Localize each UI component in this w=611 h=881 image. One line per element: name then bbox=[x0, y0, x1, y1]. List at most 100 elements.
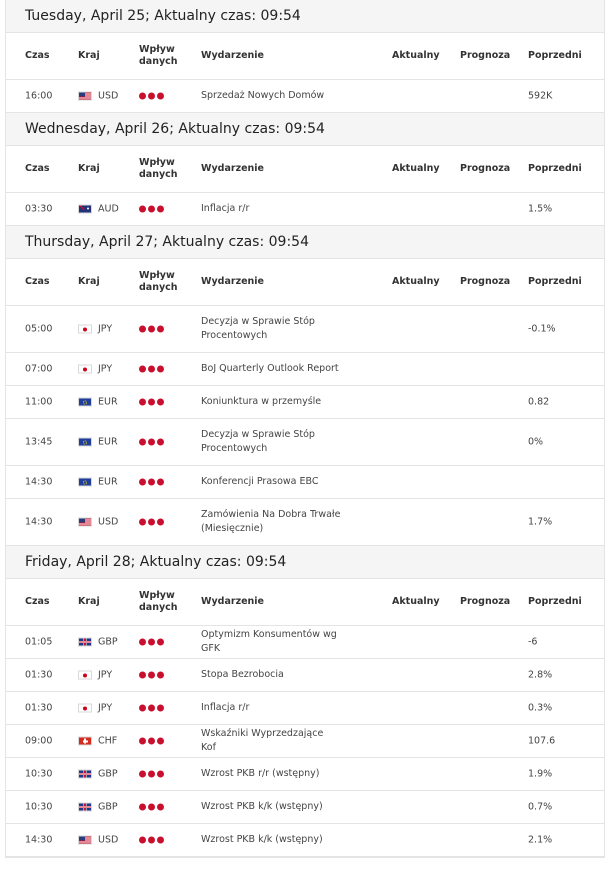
event-time: 13:45 bbox=[25, 436, 53, 448]
us-flag-icon bbox=[78, 835, 92, 845]
event-row[interactable]: 10:30 GBP Wzrost PKB k/k (wstępny) 0.7% bbox=[6, 791, 604, 824]
event-time: 01:05 bbox=[25, 636, 53, 648]
us-flag-icon bbox=[78, 91, 92, 101]
impact-dot-icon bbox=[157, 704, 164, 712]
column-header-time: Czas bbox=[25, 276, 50, 287]
event-name: Decyzja w Sprawie Stóp Procentowych bbox=[201, 429, 315, 454]
event-row[interactable]: 01:30 JPY Stopa Bezrobocia 2.8% bbox=[6, 659, 604, 692]
impact-dot-icon bbox=[157, 836, 164, 844]
event-row[interactable]: 13:45 EUR Decyzja w Sprawie Stóp Procentow… bbox=[6, 419, 604, 466]
event-currency: JPY bbox=[98, 702, 113, 714]
impact-dot-icon bbox=[139, 836, 146, 844]
event-name: Wskaźniki Wyprzedzające Kof bbox=[201, 728, 324, 753]
column-header-previous: Poprzedni bbox=[528, 596, 582, 607]
impact-dot-icon bbox=[157, 365, 164, 373]
event-name: Sprzedaż Nowych Domów bbox=[201, 90, 325, 101]
event-row[interactable]: 14:30 EUR Konferencji Prasowa EBC bbox=[6, 466, 604, 499]
impact-dot-icon bbox=[148, 365, 155, 373]
column-header-event: Wydarzenie bbox=[201, 596, 265, 607]
event-name: Wzrost PKB k/k (wstępny) bbox=[201, 801, 323, 812]
event-row[interactable]: 01:30 JPY Inflacja r/r 0.3% bbox=[6, 692, 604, 725]
event-row[interactable]: 07:00 JPY BoJ Quarterly Outlook Report bbox=[6, 353, 604, 386]
impact-dot-icon bbox=[139, 803, 146, 811]
event-row[interactable]: 16:00 USD Sprzedaż Nowych Domów 592K bbox=[6, 80, 604, 113]
event-row[interactable]: 09:00 CHF Wskaźniki Wyprzedzające Kof 107.6 bbox=[6, 725, 604, 758]
impact-dot-icon bbox=[148, 518, 155, 526]
event-row[interactable]: 05:00 JPY Decyzja w Sprawie Stóp Procentow… bbox=[6, 306, 604, 353]
column-header-event: Wydarzenie bbox=[201, 163, 265, 174]
column-header-actual: Aktualny bbox=[392, 596, 440, 607]
event-currency: GBP bbox=[98, 636, 118, 648]
event-time: 10:30 bbox=[25, 768, 53, 780]
event-currency: GBP bbox=[98, 768, 118, 780]
impact-indicator bbox=[139, 703, 166, 714]
event-previous: 592K bbox=[528, 90, 553, 102]
impact-dot-icon bbox=[148, 770, 155, 778]
day-section: Friday, April 28; Aktualny czas: 09:54 Cz… bbox=[6, 546, 604, 857]
impact-dot-icon bbox=[148, 803, 155, 811]
column-header-country: Kraj bbox=[78, 163, 100, 174]
impact-dot-icon bbox=[139, 638, 146, 646]
column-header-country: Kraj bbox=[78, 50, 100, 61]
column-header-actual: Aktualny bbox=[392, 163, 440, 174]
impact-dot-icon bbox=[148, 438, 155, 446]
event-currency: CHF bbox=[98, 735, 118, 747]
event-name: Stopa Bezrobocia bbox=[201, 669, 284, 680]
event-previous: -0.1% bbox=[528, 323, 556, 335]
impact-dot-icon bbox=[148, 836, 155, 844]
event-currency: GBP bbox=[98, 801, 118, 813]
impact-indicator bbox=[139, 91, 166, 102]
event-row[interactable]: 10:30 GBP Wzrost PKB r/r (wstępny) 1.9% bbox=[6, 758, 604, 791]
impact-dot-icon bbox=[148, 737, 155, 745]
column-header-row: Czas Kraj Wpływ danych Wydarzenie Aktualny Pr… bbox=[6, 579, 604, 626]
impact-indicator bbox=[139, 324, 166, 335]
event-currency: JPY bbox=[98, 363, 113, 375]
column-header-forecast: Prognoza bbox=[460, 163, 511, 174]
event-name: Decyzja w Sprawie Stóp Procentowych bbox=[201, 316, 315, 341]
column-header-row: Czas Kraj Wpływ danych Wydarzenie Aktualny Pr… bbox=[6, 259, 604, 306]
event-row[interactable]: 01:05 GBP Optymizm Konsumentów wg GFK -6 bbox=[6, 626, 604, 659]
au-flag-icon bbox=[78, 204, 92, 214]
column-header-event: Wydarzenie bbox=[201, 276, 265, 287]
impact-dot-icon bbox=[157, 737, 164, 745]
impact-dot-icon bbox=[157, 770, 164, 778]
event-time: 14:30 bbox=[25, 834, 53, 846]
event-time: 16:00 bbox=[25, 90, 53, 102]
event-row[interactable]: 14:30 USD Wzrost PKB k/k (wstępny) 2.1% bbox=[6, 824, 604, 857]
event-row[interactable]: 11:00 EUR Koniunktura w przemyśle 0.82 bbox=[6, 386, 604, 419]
gb-flag-icon bbox=[78, 637, 92, 647]
event-currency: EUR bbox=[98, 396, 118, 408]
impact-dot-icon bbox=[157, 478, 164, 486]
column-header-event: Wydarzenie bbox=[201, 50, 265, 61]
impact-dot-icon bbox=[148, 398, 155, 406]
event-row[interactable]: 03:30 AUD Inflacja r/r 1.5% bbox=[6, 193, 604, 226]
eu-flag-icon bbox=[78, 437, 92, 447]
event-name: Konferencji Prasowa EBC bbox=[201, 476, 319, 487]
impact-indicator bbox=[139, 769, 166, 780]
event-time: 09:00 bbox=[25, 735, 53, 747]
ch-flag-icon bbox=[78, 736, 92, 746]
event-name: Wzrost PKB k/k (wstępny) bbox=[201, 834, 323, 845]
gb-flag-icon bbox=[78, 802, 92, 812]
event-name: Koniunktura w przemyśle bbox=[201, 396, 322, 407]
event-time: 03:30 bbox=[25, 203, 53, 215]
impact-dot-icon bbox=[157, 803, 164, 811]
event-row[interactable]: 14:30 USD Zamówienia Na Dobra Trwałe (Mies… bbox=[6, 499, 604, 546]
eu-flag-icon bbox=[78, 477, 92, 487]
column-header-country: Kraj bbox=[78, 276, 100, 287]
event-currency: USD bbox=[98, 90, 119, 102]
event-previous: 0.7% bbox=[528, 801, 553, 813]
day-section: Tuesday, April 25; Aktualny czas: 09:54 C… bbox=[6, 0, 604, 113]
impact-dot-icon bbox=[157, 92, 164, 100]
event-time: 01:30 bbox=[25, 669, 53, 681]
impact-indicator bbox=[139, 397, 166, 408]
impact-indicator bbox=[139, 637, 166, 648]
impact-dot-icon bbox=[139, 737, 146, 745]
impact-dot-icon bbox=[157, 671, 164, 679]
eu-flag-icon bbox=[78, 397, 92, 407]
event-time: 14:30 bbox=[25, 476, 53, 488]
event-time: 05:00 bbox=[25, 323, 53, 335]
event-time: 14:30 bbox=[25, 516, 53, 528]
impact-dot-icon bbox=[157, 398, 164, 406]
column-header-time: Czas bbox=[25, 596, 50, 607]
